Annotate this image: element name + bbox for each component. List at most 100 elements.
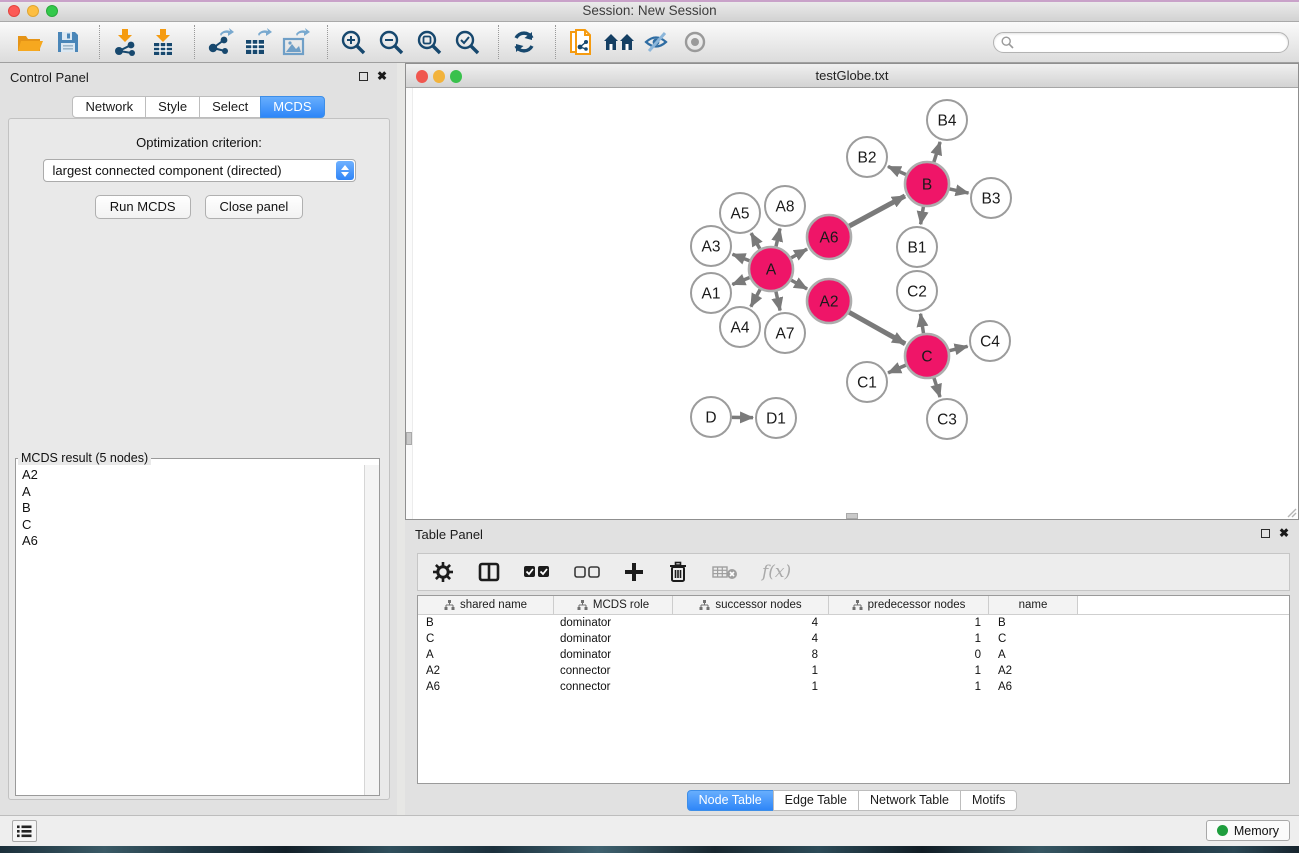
zoom-out-button[interactable] [375,26,407,58]
vertical-scrollbar-track[interactable] [406,88,413,519]
edge-C-C1[interactable] [888,365,906,373]
zoom-in-button[interactable] [337,26,369,58]
save-session-button[interactable] [52,26,84,58]
edge-C-C3[interactable] [934,378,940,397]
tab-select[interactable]: Select [199,96,261,118]
node-label-C4: C4 [980,334,1000,351]
tab-mcds[interactable]: MCDS [260,96,324,118]
delete-table-icon [712,564,738,580]
mcds-result-item[interactable]: A6 [17,533,363,550]
column-header-label: predecessor nodes [868,599,966,611]
table-tab-node-table[interactable]: Node Table [687,790,774,811]
tab-network[interactable]: Network [72,96,146,118]
column-header-successor-nodes[interactable]: successor nodes [673,596,829,614]
edge-B-B1[interactable] [921,207,924,225]
table-tab-motifs[interactable]: Motifs [960,790,1017,811]
unchecked-boxes-icon [574,566,600,578]
apply-layout-button[interactable] [508,26,540,58]
horizontal-scrollbar-thumb[interactable] [846,513,858,519]
close-panel-icon[interactable]: ✖ [377,71,387,82]
task-history-button[interactable] [12,820,37,842]
duplicate-network-button[interactable] [565,26,597,58]
edge-A-A1[interactable] [732,278,749,285]
column-header-name[interactable]: name [989,596,1078,614]
search-icon [1001,36,1014,49]
column-header-MCDS-role[interactable]: MCDS role [554,596,673,614]
edge-B-B3[interactable] [949,189,968,193]
import-network-button[interactable] [109,26,141,58]
mcds-result-item[interactable]: A2 [17,467,363,484]
table-row[interactable]: A2connector11A2 [418,663,1289,679]
table-row[interactable]: Adominator80A [418,647,1289,663]
node-label-B1: B1 [908,240,927,257]
table-cell: 1 [673,681,829,693]
tab-style[interactable]: Style [145,96,200,118]
column-header-shared-name[interactable]: shared name [418,596,554,614]
zoom-selected-button[interactable] [451,26,483,58]
table-cell: 1 [673,665,829,677]
mcds-result-scrollbar[interactable] [364,465,379,795]
search-input[interactable] [1014,34,1288,51]
edge-A-A6[interactable] [791,249,807,258]
mcds-result-item[interactable]: C [17,517,363,534]
import-table-button[interactable] [147,26,179,58]
table-tab-network-table[interactable]: Network Table [858,790,961,811]
select-all-columns-button[interactable] [524,566,550,578]
toolbar-separator [555,25,556,59]
mcds-result-item[interactable]: B [17,500,363,517]
resize-grip-icon[interactable] [1284,505,1297,518]
network-canvas[interactable]: B4B2BB3A5A8A6A3B1AC2A1A2A4A7C4CC1C3DD1 [406,88,1298,519]
network-home-button[interactable] [603,26,635,58]
memory-button[interactable]: Memory [1206,820,1290,841]
edge-A-A5[interactable] [751,233,760,249]
edge-A-A2[interactable] [791,280,807,289]
float-table-panel-icon[interactable] [1261,529,1270,538]
mcds-result-list: A2ABCA6 [17,467,363,794]
table-row[interactable]: Bdominator41B [418,615,1289,631]
function-builder-button[interactable]: f(x) [762,562,791,582]
table-cell: A6 [418,681,554,693]
export-network-button[interactable] [204,26,236,58]
export-image-button[interactable] [280,26,312,58]
edge-C-C2[interactable] [920,314,923,334]
column-header-label: MCDS role [593,599,649,611]
edge-A-A4[interactable] [751,289,760,306]
deselect-all-columns-button[interactable] [574,566,600,578]
vertical-scrollbar-thumb[interactable] [406,432,412,445]
network-view-window: testGlobe.txt B4B2BB3A5A8A6A3B1AC2A1A2A4… [405,63,1299,520]
table-row[interactable]: Cdominator41C [418,631,1289,647]
show-graphics-details-button[interactable] [679,26,711,58]
show-columns-button[interactable] [478,562,500,582]
zoom-fit-button[interactable] [413,26,445,58]
column-header-predecessor-nodes[interactable]: predecessor nodes [829,596,989,614]
close-table-panel-icon[interactable]: ✖ [1279,528,1289,539]
float-panel-icon[interactable] [359,72,368,81]
edge-A-A3[interactable] [732,254,749,261]
run-mcds-button[interactable]: Run MCDS [95,195,191,219]
node-label-A4: A4 [731,320,750,337]
node-label-A7: A7 [776,326,795,343]
edge-B-B2[interactable] [888,166,906,174]
table-cell: dominator [554,617,673,629]
edge-A-A7[interactable] [776,291,780,310]
table-panel-title: Table Panel [415,527,483,542]
edge-A6-B[interactable] [849,196,905,226]
export-table-button[interactable] [242,26,274,58]
hide-graphics-details-button[interactable] [641,26,673,58]
edge-C-C4[interactable] [949,346,967,350]
create-column-button[interactable] [624,562,644,582]
edge-B-B4[interactable] [934,142,940,162]
table-tab-edge-table[interactable]: Edge Table [773,790,859,811]
mcds-result-item[interactable]: A [17,484,363,501]
close-panel-button[interactable]: Close panel [205,195,304,219]
edge-A-A8[interactable] [776,228,780,246]
criterion-dropdown[interactable]: largest connected component (directed) [43,159,356,182]
search-field[interactable] [993,32,1289,53]
delete-columns-button[interactable] [668,561,688,583]
edge-A2-C[interactable] [849,312,905,344]
delete-table-button[interactable] [712,564,738,580]
table-row[interactable]: A6connector11A6 [418,679,1289,695]
table-settings-button[interactable] [432,561,454,583]
shared-column-icon [852,600,863,610]
open-session-button[interactable] [14,26,46,58]
